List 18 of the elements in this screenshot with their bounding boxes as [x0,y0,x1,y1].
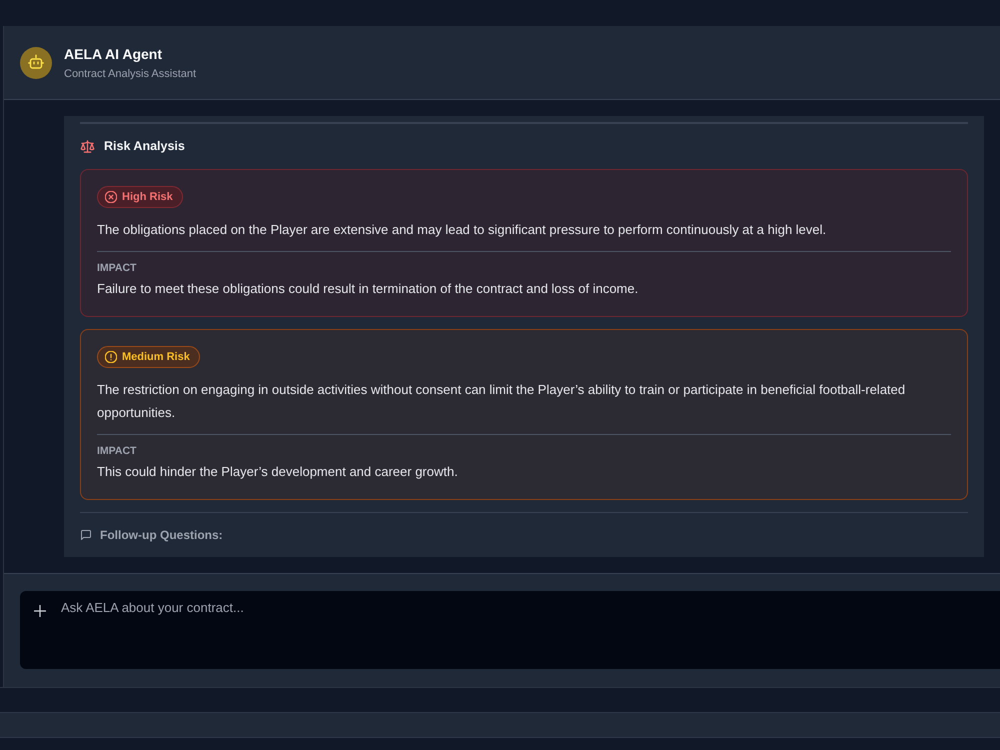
section-heading: Risk Analysis [104,139,185,153]
impact-text: Failure to meet these obligations could result in termination of the contract and loss of income. [97,280,640,298]
scale-icon [80,138,95,154]
robot-icon [20,46,52,78]
follow-up-heading: Follow-up Questions: [100,528,223,542]
risk-badge: High Risk [97,186,183,208]
impact-text: This could hinder the Player’s development and career growth. [97,463,459,481]
risk-description: The obligations placed on the Player are extensive and may lead to significant pressure to perform continuously at a high level. [97,221,828,239]
agent-name: AELA AI Agent [64,44,163,62]
plus-icon [34,605,46,617]
impact-label: IMPACT [97,261,138,276]
chat-bubble-icon [80,529,92,541]
agent-subtitle: Contract Analysis Assistant [64,66,196,80]
add-button[interactable] [34,605,46,617]
message-input[interactable]: Ask AELA about your contract... [20,591,1000,669]
risk-badge: Medium Risk [97,346,200,368]
risk-description: The restriction on engaging in outside activities without consent can limit the Player’s ability to train or participate in beneficial football-related opportunities. [97,381,906,422]
impact-label: IMPACT [97,444,138,459]
